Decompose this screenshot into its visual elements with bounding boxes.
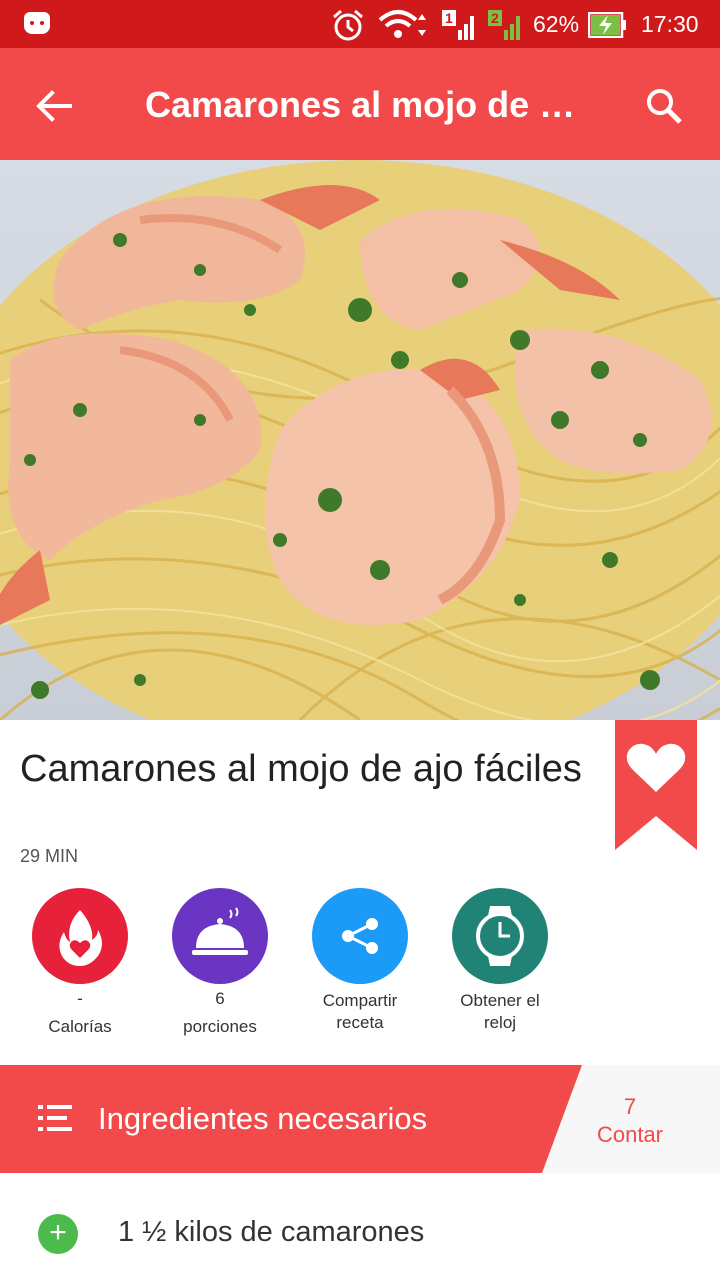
servings-value: 6 [215, 989, 225, 1008]
servings-label: porciones [183, 1017, 257, 1036]
page-title: Camarones al mojo de ajo fáciles [145, 84, 585, 125]
ingredients-count: 7 Contar [580, 1093, 680, 1149]
get-watch-label: Obtener el reloj [460, 991, 540, 1032]
search-icon [647, 89, 682, 124]
watch-icon [452, 888, 548, 984]
status-bar: 1 2 62% 17:30 [0, 0, 720, 48]
calories-value: - [77, 989, 83, 1008]
app-bar: Camarones al mojo de ajo fáciles [0, 48, 720, 160]
plus-icon: + [49, 1216, 67, 1249]
wifi-icon [378, 10, 426, 38]
arrow-back-icon [36, 90, 72, 122]
favorite-bookmark[interactable] [615, 720, 697, 850]
recipe-time: 29 MIN [20, 846, 79, 866]
signal-sim1-icon: 1 [442, 10, 474, 40]
svg-text:1: 1 [445, 10, 453, 26]
calories-flame-icon [32, 888, 128, 984]
clock: 17:30 [641, 11, 699, 37]
recipe-title: Camarones al mojo de ajo fáciles [20, 748, 582, 790]
list-icon [38, 1105, 72, 1131]
search-button[interactable] [636, 78, 692, 134]
ingredients-count-label: Contar [596, 1122, 664, 1147]
back-button[interactable] [26, 78, 82, 134]
battery-charging-icon [588, 12, 626, 38]
battery-percent: 62% [533, 11, 580, 37]
calories-label: Calorías [48, 1017, 112, 1036]
share-recipe-action[interactable]: Compartir receta [290, 888, 430, 1034]
ingredients-title: Ingredientes necesarios [98, 1101, 428, 1136]
recipe-photo [0, 160, 720, 720]
get-watch-action[interactable]: Obtener el reloj [430, 888, 570, 1034]
list-item: + 1 ½ kilos de camarones [0, 1198, 720, 1280]
android-icon [24, 12, 50, 34]
servings-action[interactable]: 6 porciones [150, 888, 290, 1038]
ingredient-text: 1 ½ kilos de camarones [118, 1216, 425, 1248]
ingredients-count-value: 7 [623, 1094, 637, 1119]
calories-action[interactable]: - Calorías [10, 888, 150, 1038]
add-ingredient-button[interactable]: + [38, 1214, 78, 1254]
signal-sim2-icon: 2 [488, 10, 520, 40]
share-icon [312, 888, 408, 984]
serving-dish-icon [172, 888, 268, 984]
ingredients-header: Ingredientes necesarios 7 Contar [0, 1065, 720, 1173]
share-recipe-label: Compartir receta [322, 991, 398, 1032]
alarm-icon [333, 9, 363, 41]
svg-text:2: 2 [491, 10, 499, 26]
